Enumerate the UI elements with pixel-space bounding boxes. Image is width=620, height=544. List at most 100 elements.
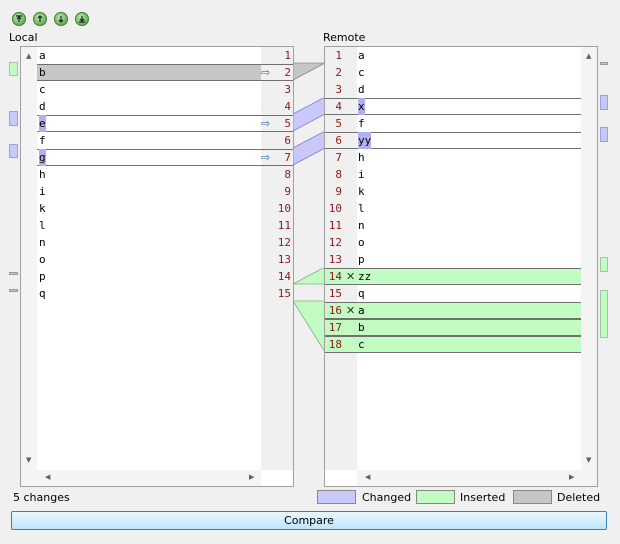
local-overview-marker[interactable] [9,289,18,292]
remote-line-text: h [358,151,365,164]
scroll-up-arrow-icon[interactable]: ▲ [26,53,31,60]
local-vertical-scrollbar[interactable]: ▲ ▼ [21,47,37,486]
arrow-to-top-icon [16,15,22,22]
remove-line-x-icon[interactable]: ✕ [346,268,355,285]
remote-line-number: 11 [328,219,342,232]
local-line-border [37,149,293,166]
local-line-row[interactable]: b 2 ⇨ [37,64,293,81]
remote-line-text: zz [358,270,372,283]
local-line-row[interactable]: k 10 [37,200,293,217]
remote-line-number: 13 [328,253,342,266]
next-change-button[interactable] [54,12,68,26]
local-pane[interactable]: ▲ ▼ ◀ ▶ a 1 b 2 ⇨ c 3 d 4 e 5 ⇨ f 6 g 7 ⇨ h 8 i 9 k 10 l 11 n 12 o 1… [20,46,294,487]
remote-line-number: 4 [335,100,342,113]
local-line-row[interactable]: h8 [37,166,293,183]
local-line-text: o [39,253,46,266]
remote-line-text: b [358,321,365,334]
legend-deleted-swatch [513,490,552,504]
local-line-row[interactable]: c3 [37,81,293,98]
remote-line-text: a [358,304,365,317]
scroll-down-arrow-icon[interactable]: ▼ [586,457,591,464]
remote-line-row[interactable]: a 16 ✕ [325,302,581,319]
remote-line-row[interactable]: n 11 [325,217,581,234]
local-line-text: b [39,66,46,79]
remote-line-row[interactable]: c 18 [325,336,581,353]
local-overview-marker[interactable] [9,272,18,275]
remote-overview-marker[interactable] [600,95,608,110]
copy-to-remote-arrow-icon[interactable]: ⇨ [261,149,270,166]
remote-line-row[interactable]: a1 [325,47,581,64]
local-line-row[interactable]: i9 [37,183,293,200]
remote-overview-marker[interactable] [600,257,608,272]
remote-line-row[interactable]: zz 14 ✕ [325,268,581,285]
scroll-right-arrow-icon[interactable]: ▶ [249,474,254,481]
local-line-number: 11 [277,219,291,232]
remote-horizontal-scrollbar[interactable]: ◀ ▶ [357,470,581,486]
local-line-text: g [39,149,46,166]
local-line-row[interactable]: g 7 ⇨ [37,149,293,166]
local-line-row[interactable]: p 14 [37,268,293,285]
remote-line-text: c [358,66,365,79]
remote-overview-marker[interactable] [600,127,608,142]
remote-overview-marker[interactable] [600,290,608,338]
local-overview-marker[interactable] [9,144,18,158]
remote-line-row[interactable]: c2 [325,64,581,81]
remote-line-text: k [358,185,365,198]
local-line-text: i [39,185,46,198]
scroll-up-arrow-icon[interactable]: ▲ [586,53,591,60]
first-change-button[interactable] [12,12,26,26]
local-line-row[interactable]: e 5 ⇨ [37,115,293,132]
local-line-text: e [39,115,46,132]
remote-line-row[interactable]: f5 [325,115,581,132]
remote-line-text: yy [358,132,372,149]
previous-change-button[interactable] [33,12,47,26]
local-line-number: 4 [284,100,291,113]
local-overview-marker[interactable] [9,62,18,76]
scroll-down-arrow-icon[interactable]: ▼ [26,457,31,464]
scroll-left-arrow-icon[interactable]: ◀ [365,474,370,481]
local-line-text: k [39,202,46,215]
remote-line-text: x [358,98,365,115]
remote-line-row[interactable]: q 15 [325,285,581,302]
local-line-row[interactable]: n 12 [37,234,293,251]
remote-line-row[interactable]: o 12 [325,234,581,251]
remote-vertical-scrollbar[interactable]: ▲ ▼ [581,47,597,486]
local-overview-marker[interactable] [9,111,18,126]
remove-line-x-icon[interactable]: ✕ [346,302,355,319]
copy-to-remote-arrow-icon[interactable]: ⇨ [261,64,270,81]
remote-line-row[interactable]: yy 6 [325,132,581,149]
scroll-left-arrow-icon[interactable]: ◀ [45,474,50,481]
local-line-row[interactable]: f6 [37,132,293,149]
remote-line-number: 17 [328,321,342,334]
remote-line-number: 15 [328,287,342,300]
local-line-number: 8 [284,168,291,181]
remote-pane[interactable]: ▲ ▼ ◀ ▶ a 1 c 2 d 3 x 4 f 5 yy 6 h 7 i 8 k 9 l 10 n 11 o 12 p 13 z… [324,46,598,487]
local-line-row[interactable]: l 11 [37,217,293,234]
local-line-row[interactable]: d4 [37,98,293,115]
remote-line-row[interactable]: h7 [325,149,581,166]
local-line-number: 1 [284,49,291,62]
remote-line-row[interactable]: i8 [325,166,581,183]
local-horizontal-scrollbar[interactable]: ◀ ▶ [37,470,261,486]
copy-to-remote-arrow-icon[interactable]: ⇨ [261,115,270,132]
local-line-row[interactable]: q 15 [37,285,293,302]
remote-overview-marker[interactable] [600,62,608,65]
local-line-row[interactable]: a1 [37,47,293,64]
local-line-number: 12 [277,236,291,249]
remote-line-row[interactable]: k9 [325,183,581,200]
local-line-text: f [39,134,46,147]
remote-line-row[interactable]: l 10 [325,200,581,217]
remote-line-text: c [358,338,365,351]
local-line-row[interactable]: o 13 [37,251,293,268]
remote-line-row[interactable]: x4 [325,98,581,115]
remote-line-row[interactable]: b 17 [325,319,581,336]
arrow-to-bottom-icon [79,16,85,23]
remote-line-row[interactable]: p 13 [325,251,581,268]
remote-line-row[interactable]: d3 [325,81,581,98]
local-line-number: 13 [277,253,291,266]
local-line-text: a [39,49,46,62]
scroll-right-arrow-icon[interactable]: ▶ [569,474,574,481]
local-line-number: 10 [277,202,291,215]
last-change-button[interactable] [75,12,89,26]
compare-button[interactable]: Compare [11,511,607,530]
